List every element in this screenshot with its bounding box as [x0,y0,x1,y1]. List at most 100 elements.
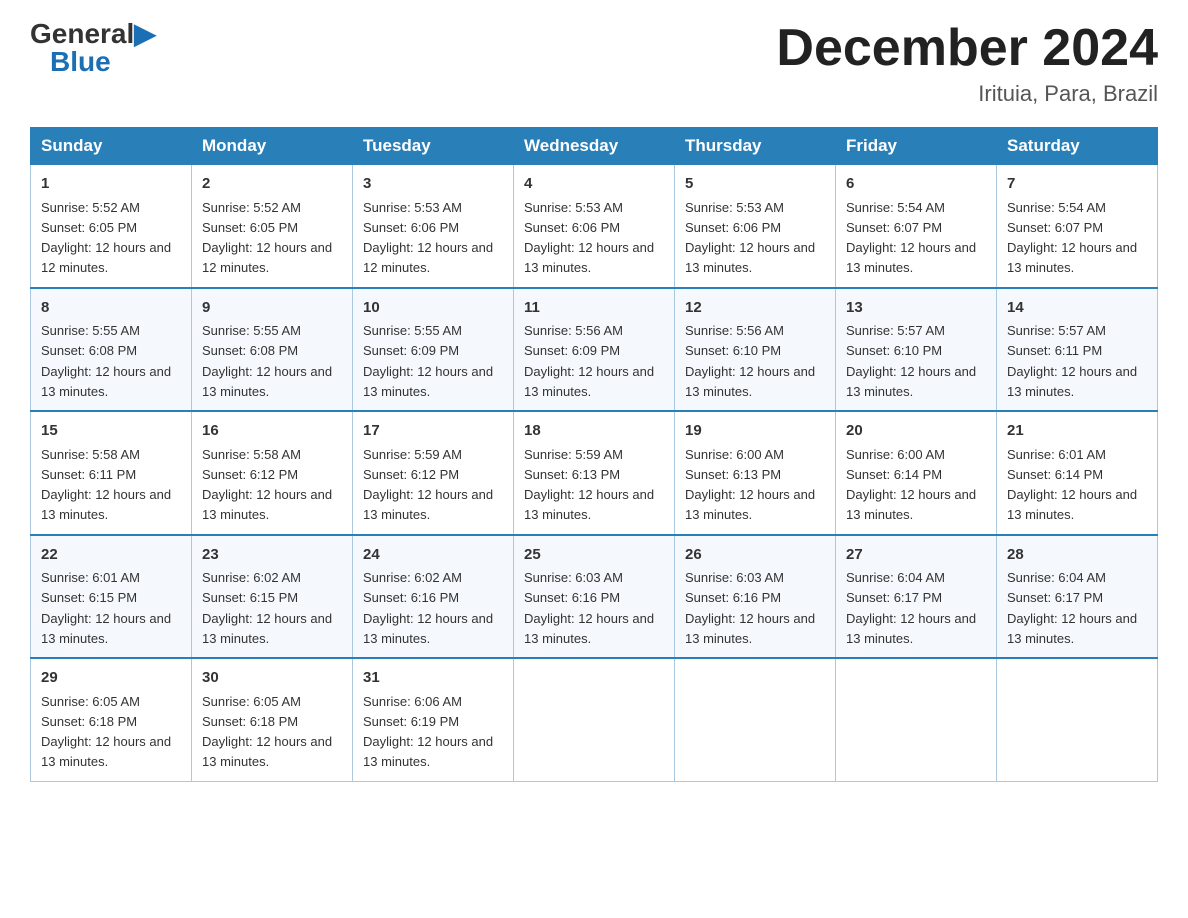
calendar-cell [997,658,1158,781]
day-info: Sunrise: 6:06 AMSunset: 6:19 PMDaylight:… [363,694,493,770]
calendar-cell: 21 Sunrise: 6:01 AMSunset: 6:14 PMDaylig… [997,411,1158,535]
calendar-cell: 11 Sunrise: 5:56 AMSunset: 6:09 PMDaylig… [514,288,675,412]
calendar-cell: 18 Sunrise: 5:59 AMSunset: 6:13 PMDaylig… [514,411,675,535]
day-number: 22 [41,544,181,567]
day-number: 17 [363,420,503,443]
day-info: Sunrise: 6:04 AMSunset: 6:17 PMDaylight:… [846,570,976,646]
calendar-cell: 10 Sunrise: 5:55 AMSunset: 6:09 PMDaylig… [353,288,514,412]
calendar-cell: 16 Sunrise: 5:58 AMSunset: 6:12 PMDaylig… [192,411,353,535]
day-number: 1 [41,173,181,196]
day-info: Sunrise: 6:00 AMSunset: 6:13 PMDaylight:… [685,447,815,523]
day-info: Sunrise: 5:57 AMSunset: 6:11 PMDaylight:… [1007,323,1137,399]
calendar-cell: 6 Sunrise: 5:54 AMSunset: 6:07 PMDayligh… [836,165,997,288]
day-number: 4 [524,173,664,196]
day-number: 24 [363,544,503,567]
calendar-cell: 13 Sunrise: 5:57 AMSunset: 6:10 PMDaylig… [836,288,997,412]
calendar-week-4: 22 Sunrise: 6:01 AMSunset: 6:15 PMDaylig… [31,535,1158,659]
day-info: Sunrise: 6:05 AMSunset: 6:18 PMDaylight:… [202,694,332,770]
day-info: Sunrise: 5:53 AMSunset: 6:06 PMDaylight:… [363,200,493,276]
calendar-cell [514,658,675,781]
day-number: 5 [685,173,825,196]
calendar-week-1: 1 Sunrise: 5:52 AMSunset: 6:05 PMDayligh… [31,165,1158,288]
calendar-cell: 31 Sunrise: 6:06 AMSunset: 6:19 PMDaylig… [353,658,514,781]
day-number: 14 [1007,297,1147,320]
calendar-cell: 4 Sunrise: 5:53 AMSunset: 6:06 PMDayligh… [514,165,675,288]
calendar-cell: 26 Sunrise: 6:03 AMSunset: 6:16 PMDaylig… [675,535,836,659]
day-info: Sunrise: 6:05 AMSunset: 6:18 PMDaylight:… [41,694,171,770]
calendar-cell: 14 Sunrise: 5:57 AMSunset: 6:11 PMDaylig… [997,288,1158,412]
calendar-cell: 17 Sunrise: 5:59 AMSunset: 6:12 PMDaylig… [353,411,514,535]
calendar-cell: 5 Sunrise: 5:53 AMSunset: 6:06 PMDayligh… [675,165,836,288]
day-number: 26 [685,544,825,567]
day-info: Sunrise: 5:58 AMSunset: 6:11 PMDaylight:… [41,447,171,523]
calendar-cell: 25 Sunrise: 6:03 AMSunset: 6:16 PMDaylig… [514,535,675,659]
day-number: 27 [846,544,986,567]
day-info: Sunrise: 5:55 AMSunset: 6:09 PMDaylight:… [363,323,493,399]
page-header: General▶ Blue December 2024 Irituia, Par… [30,20,1158,107]
day-number: 16 [202,420,342,443]
weekday-header-friday: Friday [836,128,997,165]
weekday-header-monday: Monday [192,128,353,165]
day-number: 25 [524,544,664,567]
day-number: 11 [524,297,664,320]
day-number: 6 [846,173,986,196]
day-number: 23 [202,544,342,567]
calendar-cell: 7 Sunrise: 5:54 AMSunset: 6:07 PMDayligh… [997,165,1158,288]
calendar-cell: 27 Sunrise: 6:04 AMSunset: 6:17 PMDaylig… [836,535,997,659]
calendar-cell: 1 Sunrise: 5:52 AMSunset: 6:05 PMDayligh… [31,165,192,288]
day-number: 29 [41,667,181,690]
logo-text-general: General▶ [30,20,156,48]
calendar-cell: 2 Sunrise: 5:52 AMSunset: 6:05 PMDayligh… [192,165,353,288]
weekday-header-thursday: Thursday [675,128,836,165]
day-info: Sunrise: 6:00 AMSunset: 6:14 PMDaylight:… [846,447,976,523]
weekday-header-row: SundayMondayTuesdayWednesdayThursdayFrid… [31,128,1158,165]
day-number: 20 [846,420,986,443]
day-info: Sunrise: 6:02 AMSunset: 6:15 PMDaylight:… [202,570,332,646]
calendar-table: SundayMondayTuesdayWednesdayThursdayFrid… [30,127,1158,782]
day-number: 19 [685,420,825,443]
calendar-cell: 28 Sunrise: 6:04 AMSunset: 6:17 PMDaylig… [997,535,1158,659]
day-info: Sunrise: 5:56 AMSunset: 6:09 PMDaylight:… [524,323,654,399]
weekday-header-tuesday: Tuesday [353,128,514,165]
calendar-cell [675,658,836,781]
day-number: 28 [1007,544,1147,567]
calendar-cell [836,658,997,781]
location: Irituia, Para, Brazil [776,81,1158,107]
day-info: Sunrise: 6:04 AMSunset: 6:17 PMDaylight:… [1007,570,1137,646]
day-info: Sunrise: 5:54 AMSunset: 6:07 PMDaylight:… [1007,200,1137,276]
day-info: Sunrise: 5:52 AMSunset: 6:05 PMDaylight:… [41,200,171,276]
weekday-header-sunday: Sunday [31,128,192,165]
logo: General▶ Blue [30,20,156,76]
calendar-cell: 12 Sunrise: 5:56 AMSunset: 6:10 PMDaylig… [675,288,836,412]
day-info: Sunrise: 5:59 AMSunset: 6:12 PMDaylight:… [363,447,493,523]
day-info: Sunrise: 5:53 AMSunset: 6:06 PMDaylight:… [524,200,654,276]
calendar-cell: 8 Sunrise: 5:55 AMSunset: 6:08 PMDayligh… [31,288,192,412]
calendar-cell: 22 Sunrise: 6:01 AMSunset: 6:15 PMDaylig… [31,535,192,659]
month-title: December 2024 [776,20,1158,77]
calendar-cell: 23 Sunrise: 6:02 AMSunset: 6:15 PMDaylig… [192,535,353,659]
logo-text-blue: Blue [50,48,111,76]
calendar-week-3: 15 Sunrise: 5:58 AMSunset: 6:11 PMDaylig… [31,411,1158,535]
calendar-week-5: 29 Sunrise: 6:05 AMSunset: 6:18 PMDaylig… [31,658,1158,781]
day-info: Sunrise: 5:55 AMSunset: 6:08 PMDaylight:… [41,323,171,399]
calendar-cell: 9 Sunrise: 5:55 AMSunset: 6:08 PMDayligh… [192,288,353,412]
day-number: 10 [363,297,503,320]
day-number: 13 [846,297,986,320]
day-number: 18 [524,420,664,443]
calendar-cell: 30 Sunrise: 6:05 AMSunset: 6:18 PMDaylig… [192,658,353,781]
day-number: 31 [363,667,503,690]
weekday-header-wednesday: Wednesday [514,128,675,165]
day-number: 8 [41,297,181,320]
calendar-cell: 15 Sunrise: 5:58 AMSunset: 6:11 PMDaylig… [31,411,192,535]
day-info: Sunrise: 5:59 AMSunset: 6:13 PMDaylight:… [524,447,654,523]
day-info: Sunrise: 5:55 AMSunset: 6:08 PMDaylight:… [202,323,332,399]
day-number: 15 [41,420,181,443]
day-info: Sunrise: 5:58 AMSunset: 6:12 PMDaylight:… [202,447,332,523]
day-info: Sunrise: 5:57 AMSunset: 6:10 PMDaylight:… [846,323,976,399]
day-info: Sunrise: 5:54 AMSunset: 6:07 PMDaylight:… [846,200,976,276]
day-info: Sunrise: 6:01 AMSunset: 6:15 PMDaylight:… [41,570,171,646]
day-number: 30 [202,667,342,690]
day-number: 2 [202,173,342,196]
weekday-header-saturday: Saturday [997,128,1158,165]
calendar-cell: 19 Sunrise: 6:00 AMSunset: 6:13 PMDaylig… [675,411,836,535]
